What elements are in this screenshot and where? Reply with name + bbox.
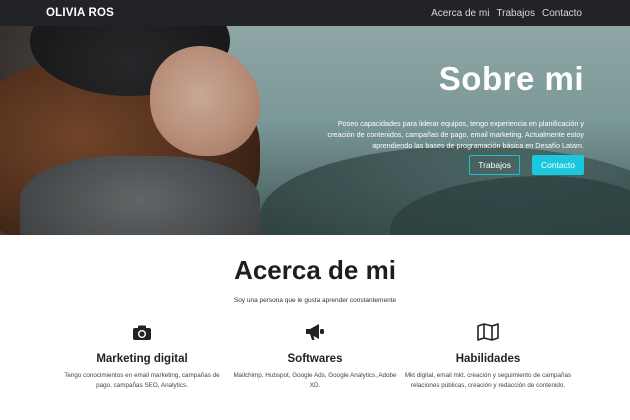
map-icon <box>402 321 574 343</box>
hero-description: Poseo capacidades para liderar equipos, … <box>327 119 584 150</box>
features-row: Marketing digital Tengo conocimientos en… <box>56 321 574 390</box>
feature-softwares: Softwares Mailchimp, Hubspot, Google Ads… <box>229 321 401 390</box>
feature-text: Tengo conocimientos en email marketing, … <box>64 372 220 389</box>
about-title: Acerca de mi <box>234 255 396 285</box>
feature-text: Mailchimp, Hubspot, Google Ads, Google A… <box>233 372 397 389</box>
feature-title: Habilidades <box>455 353 521 365</box>
about-subtitle: Soy una persona que le gusta aprender co… <box>233 297 397 304</box>
feature-title: Marketing digital <box>96 353 188 365</box>
nav-links: Acerca de mi Trabajos Contacto <box>431 8 582 19</box>
hero-buttons: Trabajos Contacto <box>469 155 584 175</box>
nav-link-contacto[interactable]: Contacto <box>542 8 582 19</box>
contacto-button[interactable]: Contacto <box>531 155 584 175</box>
nav-link-trabajos[interactable]: Trabajos <box>496 8 535 19</box>
megaphone-icon <box>229 321 401 343</box>
top-navbar: OLIVIA ROS Acerca de mi Trabajos Contact… <box>0 0 630 26</box>
feature-title: Softwares <box>287 353 343 365</box>
feature-text: Mkt digital, email mkt, creación y segui… <box>404 372 572 389</box>
feature-marketing: Marketing digital Tengo conocimientos en… <box>56 321 228 390</box>
nav-link-acerca[interactable]: Acerca de mi <box>431 8 489 19</box>
feature-habilidades: Habilidades Mkt digital, email mkt, crea… <box>402 321 574 390</box>
brand-logo[interactable]: OLIVIA ROS <box>46 7 114 19</box>
hero-section: Sobre mi Poseo capacidades para liderar … <box>0 26 630 235</box>
camera-icon <box>56 321 228 343</box>
hero-title: Sobre mi <box>438 60 584 97</box>
trabajos-button[interactable]: Trabajos <box>469 155 520 175</box>
